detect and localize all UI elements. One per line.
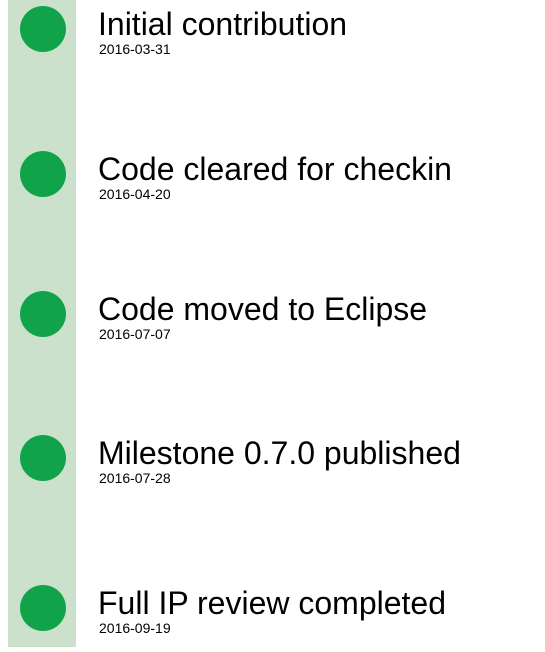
event-title: Initial contribution — [98, 6, 348, 42]
timeline-marker-icon — [20, 435, 66, 481]
timeline-marker-icon — [20, 291, 66, 337]
timeline-event: Full IP review completed 2016-09-19 — [0, 582, 545, 652]
timeline-event: Initial contribution 2016-03-31 — [0, 3, 545, 73]
timeline-event: Code cleared for checkin 2016-04-20 — [0, 148, 545, 218]
timeline-event: Milestone 0.7.0 published 2016-07-28 — [0, 432, 545, 502]
event-date: 2016-07-07 — [99, 326, 171, 342]
timeline-marker-icon — [20, 151, 66, 197]
event-date: 2016-03-31 — [99, 41, 171, 57]
timeline-event: Code moved to Eclipse 2016-07-07 — [0, 288, 545, 358]
event-title: Code moved to Eclipse — [98, 291, 428, 327]
timeline-marker-icon — [20, 585, 66, 631]
timeline-marker-icon — [20, 6, 66, 52]
event-date: 2016-04-20 — [99, 186, 171, 202]
event-title: Milestone 0.7.0 published — [98, 435, 461, 471]
event-date: 2016-07-28 — [99, 470, 171, 486]
event-date: 2016-09-19 — [99, 620, 171, 636]
event-title: Full IP review completed — [98, 585, 446, 621]
event-title: Code cleared for checkin — [98, 151, 452, 187]
